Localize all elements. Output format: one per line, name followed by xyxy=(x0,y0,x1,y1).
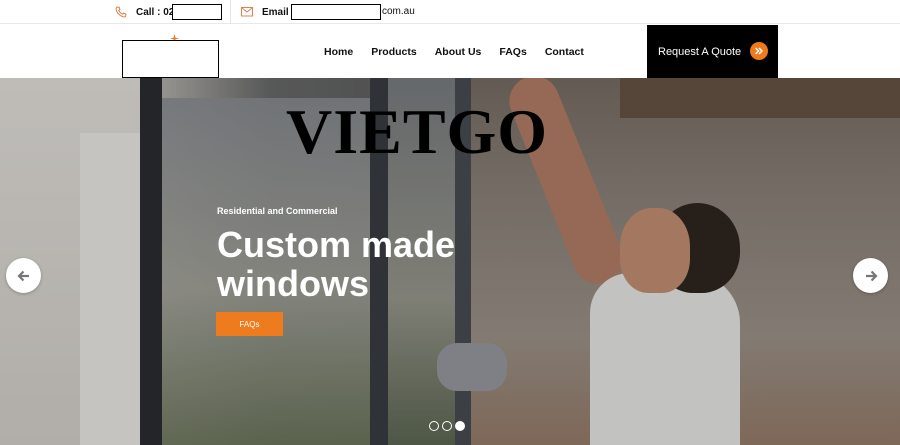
redacted-email-address xyxy=(291,4,381,20)
request-quote-label: Request A Quote xyxy=(658,45,742,58)
double-chevron-right-icon xyxy=(750,42,768,60)
phone-icon xyxy=(115,6,127,18)
slider-dot-1[interactable] xyxy=(429,421,439,431)
email-label: Email : xyxy=(262,6,295,18)
email-item[interactable]: Email : xyxy=(241,0,295,24)
slider-pagination xyxy=(429,421,468,431)
slider-dot-2[interactable] xyxy=(442,421,452,431)
slider-prev-button[interactable] xyxy=(6,258,41,293)
arrow-left-icon xyxy=(16,270,29,281)
brand-watermark: VIETGO xyxy=(286,96,549,167)
hero-headline: Custom made windows xyxy=(217,224,456,304)
slider-next-button[interactable] xyxy=(853,258,888,293)
nav-home[interactable]: Home xyxy=(324,46,353,58)
envelope-icon xyxy=(241,7,253,17)
arrow-right-icon xyxy=(865,270,878,281)
redacted-phone-number xyxy=(172,4,222,20)
call-item[interactable]: Call : 02 xyxy=(115,0,174,24)
nav-contact[interactable]: Contact xyxy=(545,46,584,58)
hero-image-glove xyxy=(437,343,507,391)
main-nav: Home Products About Us FAQs Contact xyxy=(324,25,602,78)
divider xyxy=(230,0,231,24)
site-logo[interactable] xyxy=(122,40,219,78)
call-label: Call : 02 xyxy=(136,6,175,18)
request-quote-button[interactable]: Request A Quote xyxy=(647,25,778,78)
email-domain-suffix: com.au xyxy=(382,6,415,17)
nav-products[interactable]: Products xyxy=(371,46,417,58)
nav-faqs[interactable]: FAQs xyxy=(499,46,526,58)
faqs-cta-button[interactable]: FAQs xyxy=(216,312,283,336)
slider-dot-3[interactable] xyxy=(455,421,465,431)
hero-eyebrow: Residential and Commercial xyxy=(217,206,338,216)
nav-about-us[interactable]: About Us xyxy=(435,46,482,58)
top-contact-bar: Call : 02 Email : com.au xyxy=(0,0,900,24)
site-header: Home Products About Us FAQs Contact Requ… xyxy=(0,25,900,78)
